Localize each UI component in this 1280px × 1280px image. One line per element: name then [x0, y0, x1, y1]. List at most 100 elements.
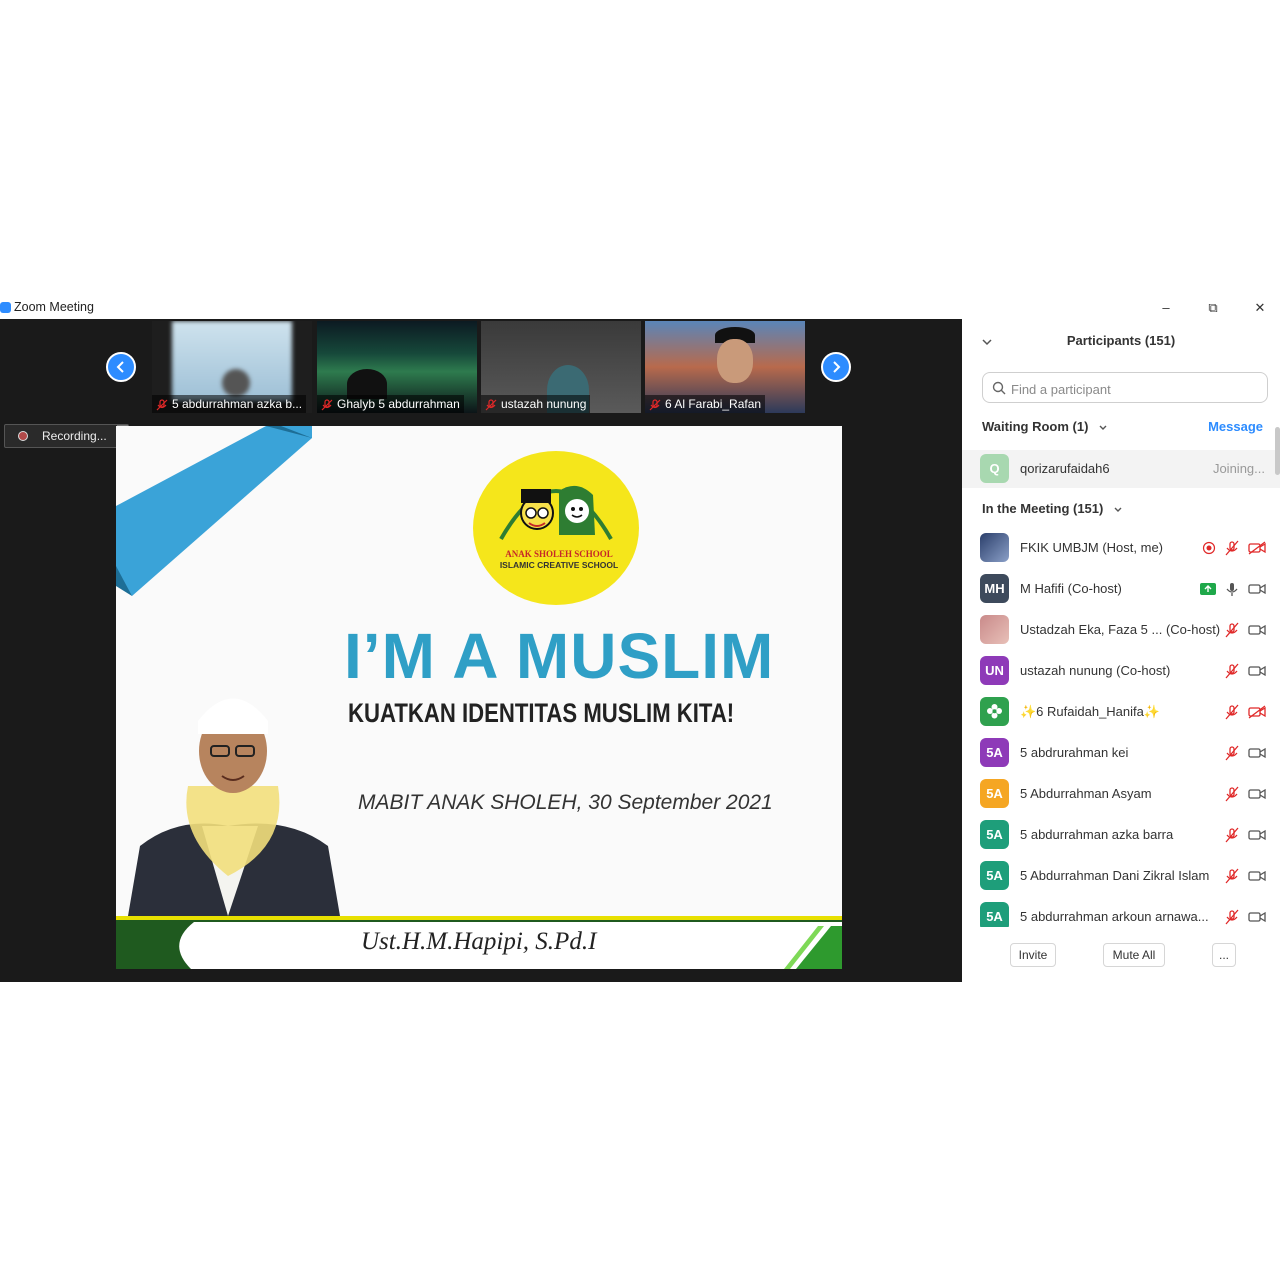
avatar: UN	[980, 656, 1009, 685]
participant-row[interactable]: 5A 5 Abdurrahman Dani Zikral Islam	[962, 855, 1280, 896]
shared-screen-slide: ANAK SHOLEH SCHOOL ISLAMIC CREATIVE SCHO…	[116, 426, 842, 969]
participant-row[interactable]: 5A 5 abdurrahman azka barra	[962, 814, 1280, 855]
recording-label: Recording...	[42, 429, 107, 443]
avatar: MH	[980, 574, 1009, 603]
speaker-photo	[128, 698, 340, 916]
school-logo	[473, 451, 639, 605]
muted-mic-icon[interactable]	[1224, 827, 1240, 843]
waiting-room-header[interactable]: Waiting Room (1)	[982, 419, 1108, 434]
participant-search[interactable]	[982, 372, 1268, 403]
participant-row[interactable]: 5A 5 Abdurrahman Asyam	[962, 773, 1280, 814]
thumbnail-label: 6 Al Farabi_Rafan	[645, 395, 766, 413]
video-on-icon[interactable]	[1248, 623, 1266, 637]
video-off-icon[interactable]	[1248, 541, 1266, 555]
restore-button[interactable]: ⧉	[1193, 297, 1233, 319]
record-icon	[18, 431, 28, 441]
gallery-next-button[interactable]	[821, 352, 851, 382]
screen-share-icon	[1200, 583, 1216, 595]
video-thumbnail[interactable]: 5 abdurrahman azka b...	[152, 321, 312, 413]
panel-scrollbar[interactable]	[1275, 427, 1280, 475]
zoom-window: Zoom Meeting – ⧉ ✕ 5 abdurrahman azka b.…	[0, 297, 1280, 982]
participant-name: 5 abdrurahman kei	[1020, 745, 1129, 760]
avatar: 5A	[980, 779, 1009, 808]
video-on-icon[interactable]	[1248, 664, 1266, 678]
muted-mic-icon[interactable]	[1224, 540, 1240, 556]
participant-name: Ustadzah Eka, Faza 5 ... (Co-host)	[1020, 622, 1221, 637]
participant-name: ustazah nunung (Co-host)	[1020, 663, 1171, 678]
invite-button[interactable]: Invite	[1010, 943, 1056, 967]
avatar: 5A	[980, 820, 1009, 849]
avatar: 5A	[980, 738, 1009, 767]
video-thumbnail[interactable]: 6 Al Farabi_Rafan	[645, 321, 805, 413]
muted-mic-icon[interactable]	[1224, 786, 1240, 802]
muted-mic-icon[interactable]	[1224, 663, 1240, 679]
video-on-icon[interactable]	[1248, 910, 1266, 924]
flower-avatar-icon	[987, 704, 1002, 719]
logo-tagline: ISLAMIC CREATIVE SCHOOL	[499, 560, 619, 570]
participant-row[interactable]: 5A 5 abdrurahman kei	[962, 732, 1280, 773]
window-title: Zoom Meeting	[14, 300, 94, 314]
participants-panel: Participants (151) Waiting Room (1) Mess…	[962, 319, 1280, 982]
video-off-icon[interactable]	[1248, 705, 1266, 719]
avatar	[980, 615, 1009, 644]
joining-status: Joining...	[1212, 461, 1265, 476]
avatar: Q	[980, 454, 1009, 483]
participant-name: 5 abdurrahman azka barra	[1020, 827, 1174, 842]
muted-mic-icon[interactable]	[1224, 745, 1240, 761]
message-waiting-room-button[interactable]: Message	[1208, 419, 1263, 434]
participant-row[interactable]: MH M Hafifi (Co-host)	[962, 568, 1280, 609]
muted-mic-icon[interactable]	[1224, 868, 1240, 884]
search-input[interactable]	[1009, 379, 1263, 399]
thumbnail-label: ustazah nunung	[481, 395, 591, 413]
search-icon	[992, 381, 1006, 395]
panel-header: Participants (151)	[962, 319, 1280, 363]
participant-row[interactable]: FKIK UMBJM (Host, me)	[962, 527, 1280, 568]
muted-mic-icon	[649, 399, 661, 411]
speaker-name: Ust.H.M.Hapipi, S.Pd.I	[361, 928, 597, 955]
video-thumbnail[interactable]: ustazah nunung	[481, 321, 641, 413]
video-on-icon[interactable]	[1248, 582, 1266, 596]
participant-name: qorizarufaidah6	[1020, 461, 1110, 476]
muted-mic-icon[interactable]	[1224, 622, 1240, 638]
participant-row[interactable]: Ustadzah Eka, Faza 5 ... (Co-host)	[962, 609, 1280, 650]
avatar: 5A	[980, 902, 1009, 927]
in-meeting-header[interactable]: In the Meeting (151)	[982, 501, 1123, 516]
recording-indicator[interactable]: Recording...	[4, 424, 129, 448]
muted-mic-icon	[485, 399, 497, 411]
video-on-icon[interactable]	[1248, 828, 1266, 842]
close-button[interactable]: ✕	[1240, 297, 1280, 319]
participant-row[interactable]: ✨6 Rufaidah_Hanifa✨	[962, 691, 1280, 732]
avatar	[980, 533, 1009, 562]
mute-all-button[interactable]: Mute All	[1103, 943, 1165, 967]
participant-row[interactable]: 5A 5 abdurrahman arkoun arnawa...	[962, 896, 1280, 927]
thumbnail-label: 5 abdurrahman azka b...	[152, 395, 307, 413]
participant-row[interactable]: UN ustazah nunung (Co-host)	[962, 650, 1280, 691]
video-thumbnail[interactable]: Ghalyb 5 abdurrahman	[317, 321, 477, 413]
avatar	[980, 697, 1009, 726]
mic-on-icon[interactable]	[1224, 581, 1240, 597]
chevron-right-icon	[833, 361, 841, 373]
waiting-participant-row[interactable]: Q qorizarufaidah6 Joining...	[962, 450, 1280, 488]
video-on-icon[interactable]	[1248, 746, 1266, 760]
minimize-button[interactable]: –	[1146, 297, 1186, 319]
video-thumbnail-strip: 5 abdurrahman azka b... Ghalyb 5 abdurra…	[0, 319, 962, 424]
meeting-area: 5 abdurrahman azka b... Ghalyb 5 abdurra…	[0, 319, 962, 982]
gallery-prev-button[interactable]	[106, 352, 136, 382]
event-label: MABIT ANAK SHOLEH, 30 September 2021	[358, 791, 773, 814]
more-options-button[interactable]: ...	[1212, 943, 1236, 967]
muted-mic-icon	[321, 399, 333, 411]
participant-name: ✨6 Rufaidah_Hanifa✨	[1020, 704, 1161, 719]
muted-mic-icon[interactable]	[1224, 909, 1240, 925]
video-on-icon[interactable]	[1248, 787, 1266, 801]
video-on-icon[interactable]	[1248, 869, 1266, 883]
muted-mic-icon	[156, 399, 168, 411]
participant-name: 5 Abdurrahman Dani Zikral Islam	[1020, 868, 1210, 883]
participant-name: ustazah nunung	[501, 397, 587, 411]
participant-list: FKIK UMBJM (Host, me) MH M Hafifi (Co-ho…	[962, 527, 1280, 927]
logo-school-name: ANAK SHOLEH SCHOOL	[505, 549, 613, 559]
chevron-down-icon	[1114, 507, 1122, 512]
in-meeting-label: In the Meeting (151)	[982, 501, 1104, 516]
participant-name: 5 Abdurrahman Asyam	[1020, 786, 1152, 801]
zoom-app-icon	[0, 302, 11, 313]
muted-mic-icon[interactable]	[1224, 704, 1240, 720]
